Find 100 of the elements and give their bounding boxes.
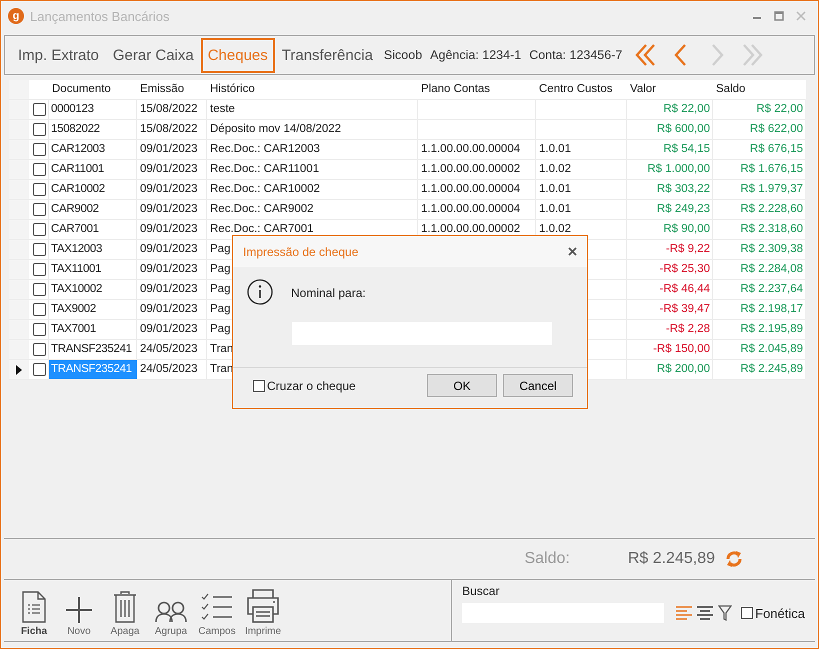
table-cell-text: TAX11001 [50, 262, 102, 277]
account-label: Conta: 123456-7 [529, 48, 622, 62]
table-cell-text: 09/01/2023 [139, 262, 199, 277]
table-cell-text: R$ 622,00 [748, 122, 804, 137]
table-cell-text: R$ 2.309,38 [739, 242, 804, 257]
table-cell: Pag [210, 243, 230, 255]
table-cell-text: R$ 2.228,60 [739, 202, 804, 217]
toolbar-button[interactable]: Campos [194, 585, 240, 637]
table-cell-text: 1.0.01 [538, 142, 572, 157]
table-cell-text: 1.0.02 [538, 222, 572, 237]
table-cell-text: R$ 1.676,15 [739, 162, 804, 177]
window-title: Lançamentos Bancários [30, 8, 170, 24]
table-cell-text: TAX7001 [50, 322, 97, 337]
dialog-button[interactable]: Cancel [503, 374, 573, 397]
table-cell-text: CAR10002 [50, 182, 106, 197]
toolbar-button[interactable]: Apaga [102, 585, 148, 637]
toolbar-button[interactable]: Novo [56, 585, 102, 637]
table-cell-text: R$ 600,00 [656, 122, 711, 137]
table-cell-text: CAR12003 [50, 142, 106, 157]
table-row[interactable]: 0000123 15/08/2022 teste R$ 22,00 R$ 22,00 [9, 100, 805, 120]
table-cell-text: 09/01/2023 [139, 302, 199, 317]
table-cell-text: -R$ 25,30 [658, 262, 711, 277]
tab[interactable]: Gerar Caixa [106, 38, 201, 72]
table-cell: Rec.Doc.: CAR9002 [210, 203, 314, 215]
table-cell-text: R$ 2.284,08 [739, 262, 804, 277]
table-cell-text: R$ 2.198,17 [739, 302, 804, 317]
table-cell-text: TAX10002 [50, 282, 104, 297]
table-cell-text: R$ 22,00 [662, 102, 711, 117]
table-cell-text: R$ 2.245,89 [739, 362, 804, 377]
table-cell: Rec.Doc.: CAR10002 [210, 183, 320, 195]
table-cell: Rec.Doc.: CAR12003 [210, 143, 320, 155]
table-cell-text: -R$ 2,28 [664, 322, 711, 337]
balance-label: Saldo: [524, 550, 570, 568]
table-row[interactable]: CAR9002 09/01/2023 Rec.Doc.: CAR9002 1.1.00.00.00.00004 1.0.01 R$ 249,23 R$ 2.228,60 [9, 200, 805, 220]
table-cell-text: R$ 2.318,60 [739, 222, 804, 237]
toolbar-button[interactable]: Imprime [240, 585, 286, 637]
table-cell-text: 24/05/2023 [139, 362, 199, 377]
tab[interactable]: Transferência [274, 38, 380, 72]
table-cell: Pag [210, 263, 230, 275]
table-cell-text: R$ 2.237,64 [739, 282, 804, 297]
table-cell-text: 15/08/2022 [139, 122, 199, 137]
balance-value: R$ 2.245,89 [628, 550, 715, 568]
table-cell-text: TAX12003 [50, 242, 104, 257]
table-cell-text: R$ 303,22 [656, 182, 711, 197]
dialog-button[interactable]: OK [427, 374, 497, 397]
toolbar-button[interactable]: Ficha [16, 585, 52, 637]
table-cell-text: 1.1.00.00.00.00004 [420, 202, 522, 217]
table-cell-text: TRANSF235241 [50, 342, 133, 357]
table-cell: teste [210, 103, 235, 115]
table-cell-text: 09/01/2023 [139, 222, 199, 237]
table-cell-text: -R$ 46,44 [658, 282, 711, 297]
table-cell-text: R$ 54,15 [662, 142, 711, 157]
table-cell: Rec.Doc.: CAR7001 [210, 223, 314, 235]
table-cell-text: R$ 1.979,37 [739, 182, 804, 197]
table-cell-text: 09/01/2023 [139, 142, 199, 157]
table-cell-text: 09/01/2023 [139, 282, 199, 297]
table-cell-text: 1.0.01 [538, 202, 572, 217]
table-cell: Pag [210, 323, 230, 335]
table-cell-text: 1.0.01 [538, 182, 572, 197]
table-cell-text: 24/05/2023 [139, 342, 199, 357]
table-cell-text: R$ 249,23 [656, 202, 711, 217]
toolbar-button[interactable]: Agrupa [148, 585, 194, 637]
app-logo: g [8, 8, 24, 24]
dialog-title: Impressão de cheque [243, 244, 358, 258]
table-cell-text: 09/01/2023 [139, 202, 199, 217]
table-cell: Pag [210, 283, 230, 295]
table-cell-text: R$ 200,00 [656, 362, 711, 377]
agency-label: Agência: 1234-1 [430, 48, 522, 62]
table-cell: Pag [210, 303, 230, 315]
search-label: Buscar [462, 584, 500, 598]
table-cell: Rec.Doc.: CAR11001 [210, 163, 320, 175]
table-row[interactable]: CAR10002 09/01/2023 Rec.Doc.: CAR10002 1.1.00.00.00.00004 1.0.01 R$ 303,22 R$ 1.979,37 [9, 180, 805, 200]
table-cell-text: 09/01/2023 [139, 182, 199, 197]
table-cell-text: 15082022 [50, 122, 101, 137]
table-row[interactable]: CAR11001 09/01/2023 Rec.Doc.: CAR11001 1.1.00.00.00.00002 1.0.02 R$ 1.000,00 R$ 1.676,15 [9, 160, 805, 180]
table-cell-text: 09/01/2023 [139, 242, 199, 257]
tab[interactable]: Imp. Extrato [11, 38, 106, 72]
table-cell-text: 15/08/2022 [139, 102, 199, 117]
table-cell: TRANSF235241 [49, 360, 137, 379]
table-cell-text: 09/01/2023 [139, 162, 199, 177]
phonetic-label: Fonética [755, 606, 805, 620]
table-row[interactable]: 15082022 15/08/2022 Déposito mov 14/08/2022 R$ 600,00 R$ 622,00 [9, 120, 805, 140]
table-cell-text: 1.0.02 [538, 162, 572, 177]
table-cell-text: 1.1.00.00.00.00004 [420, 142, 522, 157]
table-cell-text: R$ 1.000,00 [646, 162, 711, 177]
field-label: Nominal para: [291, 286, 366, 300]
table-cell-text: CAR9002 [50, 202, 100, 217]
table-cell-text: R$ 90,00 [662, 222, 711, 237]
table-cell-text: -R$ 9,22 [664, 242, 711, 257]
table-cell: Déposito mov 14/08/2022 [210, 123, 342, 135]
table-cell-text: TAX9002 [50, 302, 97, 317]
checkbox-label: Cruzar o cheque [267, 378, 356, 392]
table-cell-text: CAR7001 [50, 222, 100, 237]
table-row[interactable]: CAR12003 09/01/2023 Rec.Doc.: CAR12003 1.1.00.00.00.00004 1.0.01 R$ 54,15 R$ 676,15 [9, 140, 805, 160]
table-cell-text: 1.1.00.00.00.00002 [420, 222, 522, 237]
table-cell-text: R$ 22,00 [755, 102, 804, 117]
column-header[interactable]: Valor [627, 80, 713, 99]
table-cell-text: R$ 2.045,89 [739, 342, 804, 357]
table-cell-text: R$ 2.195,89 [739, 322, 804, 337]
table-cell-text: 09/01/2023 [139, 322, 199, 337]
